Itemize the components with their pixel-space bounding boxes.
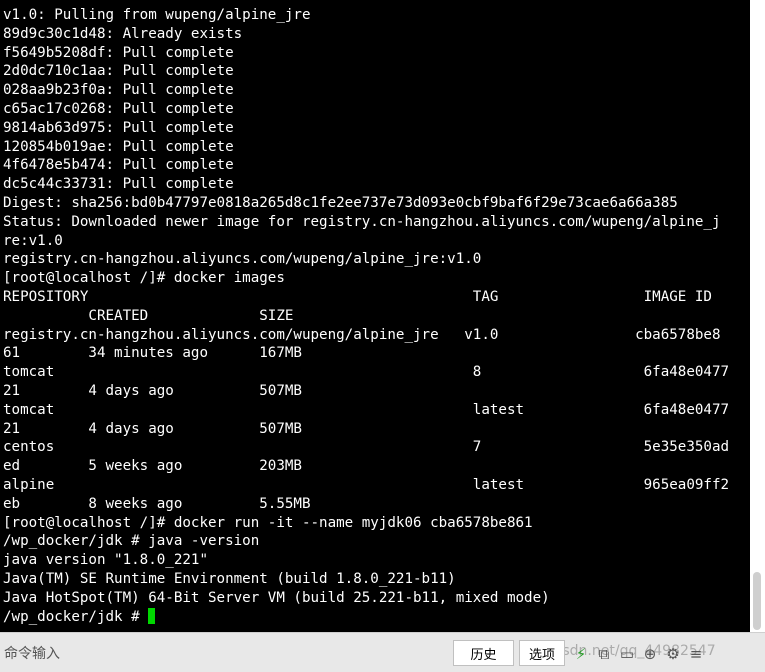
terminal-scrollbar[interactable] (750, 0, 765, 632)
terminal-line-text: tomcat 8 6fa48e0477 (3, 364, 730, 381)
terminal-line: eb 8 weeks ago 5.55MB (3, 495, 729, 514)
terminal-line-text: /wp_docker/jdk # java -version (3, 533, 260, 550)
terminal-line: 2d0dc710c1aa: Pull complete (3, 62, 729, 81)
terminal-line-text: ed 5 weeks ago 203MB (3, 458, 302, 475)
terminal-line: CREATED SIZE (3, 307, 729, 326)
terminal-line-text: 9814ab63d975: Pull complete (3, 119, 234, 136)
terminal-line-text: 120854b019ae: Pull complete (3, 138, 234, 155)
terminal-line: REPOSITORY TAG IMAGE ID (3, 288, 729, 307)
zoom-icon[interactable]: ⊕ (641, 645, 659, 663)
terminal-line-text: v1.0: Pulling from wupeng/alpine_jre (3, 7, 311, 23)
terminal-line-text: 61 34 minutes ago 167MB (3, 345, 302, 362)
terminal-line: /wp_docker/jdk # (3, 607, 729, 627)
terminal-line: 4f6478e5b474: Pull complete (3, 156, 729, 175)
terminal-line: 21 4 days ago 507MB (3, 420, 729, 439)
terminal-line: Digest: sha256:bd0b47797e0818a265d8c1fe2… (3, 194, 729, 213)
terminal-line: Java HotSpot(TM) 64-Bit Server VM (build… (3, 589, 729, 608)
terminal-window[interactable]: v1.0: Pulling from wupeng/alpine_jre 89d9… (0, 0, 750, 632)
terminal-line: Status: Downloaded newer image for regis… (3, 213, 729, 232)
terminal-line: 89d9c30c1d48: Already exists (3, 25, 729, 44)
terminal-line: alpine latest 965ea09ff2 (3, 476, 729, 495)
terminal-line-text: CREATED SIZE (3, 307, 294, 324)
terminal-line: /wp_docker/jdk # java -version (3, 532, 729, 551)
terminal-line: re:v1.0 (3, 232, 729, 251)
terminal-line-text: 028aa9b23f0a: Pull complete (3, 82, 234, 99)
terminal-line-text: Java HotSpot(TM) 64-Bit Server VM (build… (3, 589, 550, 606)
terminal-line-text: registry.cn-hangzhou.aliyuncs.com/wupeng… (3, 251, 482, 268)
terminal-line-text: [root@localhost /]# docker images (3, 270, 285, 287)
terminal-line: dc5c44c33731: Pull complete (3, 175, 729, 194)
terminal-line-text: eb 8 weeks ago 5.55MB (3, 495, 311, 512)
terminal-line-text: java version "1.8.0_221" (3, 552, 208, 569)
terminal-line: 120854b019ae: Pull complete (3, 138, 729, 157)
terminal-line: Java(TM) SE Runtime Environment (build 1… (3, 570, 729, 589)
history-button[interactable]: 历史 (453, 640, 514, 666)
terminal-line: registry.cn-hangzhou.aliyuncs.com/wupeng… (3, 326, 729, 345)
folder-icon[interactable]: ▭ (618, 645, 636, 663)
terminal-line: tomcat 8 6fa48e0477 (3, 363, 729, 382)
terminal-line: v1.0: Pulling from wupeng/alpine_jre (3, 6, 729, 25)
terminal-line-text: c65ac17c0268: Pull complete (3, 100, 234, 117)
lightning-icon[interactable]: ⚡ (572, 645, 590, 663)
settings-icon[interactable]: ⚙ (664, 645, 682, 663)
terminal-line-text: re:v1.0 (3, 232, 63, 249)
terminal-line-text: Java(TM) SE Runtime Environment (build 1… (3, 570, 456, 587)
more-icon[interactable]: ≡ (687, 645, 705, 663)
terminal-line-text: REPOSITORY TAG IMAGE ID (3, 288, 712, 305)
terminal-line-text: [root@localhost /]# docker run -it --nam… (3, 514, 533, 531)
terminal-line-text: 21 4 days ago 507MB (3, 382, 302, 399)
terminal-line-text: centos 7 5e35e350ad (3, 439, 730, 456)
terminal-line: ed 5 weeks ago 203MB (3, 457, 729, 476)
terminal-line: java version "1.8.0_221" (3, 551, 729, 570)
terminal-line: [root@localhost /]# docker run -it --nam… (3, 514, 729, 533)
terminal-line-text: /wp_docker/jdk # (3, 608, 149, 625)
terminal-line-text: registry.cn-hangzhou.aliyuncs.com/wupeng… (3, 326, 721, 343)
terminal-line: c65ac17c0268: Pull complete (3, 100, 729, 119)
terminal-line: 028aa9b23f0a: Pull complete (3, 81, 729, 100)
terminal-line: 61 34 minutes ago 167MB (3, 344, 729, 363)
terminal-line: [root@localhost /]# docker images (3, 269, 729, 288)
copy-icon[interactable]: ⧉ (595, 645, 613, 663)
toolbar-icons: ⚡ ⧉ ▭ ⊕ ⚙ ≡ (572, 642, 705, 666)
terminal-line-text: alpine latest 965ea09ff2 (3, 476, 730, 493)
scrollbar-thumb[interactable] (753, 572, 761, 630)
terminal-line-text: tomcat latest 6fa48e0477 (3, 401, 730, 418)
terminal-line: 21 4 days ago 507MB (3, 382, 729, 401)
terminal-line-text: 4f6478e5b474: Pull complete (3, 157, 234, 174)
text-cursor (148, 607, 156, 624)
terminal-line-text: 89d9c30c1d48: Already exists (3, 25, 243, 42)
terminal-line-text: Digest: sha256:bd0b47797e0818a265d8c1fe2… (3, 194, 678, 211)
terminal-line: tomcat latest 6fa48e0477 (3, 401, 729, 420)
options-button[interactable]: 选项 (519, 640, 565, 666)
terminal-line-text: 2d0dc710c1aa: Pull complete (3, 63, 234, 80)
terminal-line-text: Status: Downloaded newer image for regis… (3, 213, 721, 230)
terminal-line: centos 7 5e35e350ad (3, 438, 729, 457)
terminal-line: f5649b5208df: Pull complete (3, 44, 729, 63)
terminal-output: v1.0: Pulling from wupeng/alpine_jre 89d9… (3, 6, 729, 626)
terminal-line: registry.cn-hangzhou.aliyuncs.com/wupeng… (3, 250, 729, 269)
terminal-line-text: 21 4 days ago 507MB (3, 420, 302, 437)
command-input[interactable] (2, 641, 446, 667)
terminal-line-text: f5649b5208df: Pull complete (3, 44, 234, 61)
terminal-line-text: dc5c44c33731: Pull complete (3, 176, 234, 193)
terminal-line: 9814ab63d975: Pull complete (3, 119, 729, 138)
bottom-bar: blog.csdn.net/qq_44982547 历史 选项 ⚡ ⧉ ▭ ⊕ … (0, 632, 765, 672)
